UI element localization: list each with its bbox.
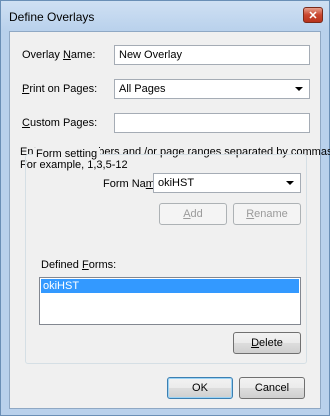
cancel-button[interactable]: Cancel bbox=[239, 377, 305, 399]
defined-forms-list[interactable]: okiHST bbox=[39, 277, 301, 325]
chevron-down-icon bbox=[286, 181, 294, 185]
ok-button[interactable]: OK bbox=[167, 377, 233, 399]
window-title: Define Overlays bbox=[9, 10, 95, 24]
define-overlays-window: Define Overlays ✕ Overlay Name: New Over… bbox=[0, 0, 330, 416]
print-on-pages-select[interactable]: All Pages bbox=[114, 79, 310, 99]
overlay-name-label: Overlay Name: bbox=[22, 49, 96, 61]
rename-button[interactable]: Rename bbox=[233, 203, 301, 225]
form-setting-title: Form setting bbox=[33, 148, 101, 160]
print-on-pages-value: All Pages bbox=[119, 83, 166, 95]
list-item[interactable]: okiHST bbox=[41, 279, 299, 293]
title-bar[interactable]: Define Overlays ✕ bbox=[1, 1, 329, 31]
print-on-pages-label: Print on Pages: bbox=[22, 83, 98, 95]
chevron-down-icon bbox=[295, 87, 303, 91]
form-name-select[interactable]: okiHST bbox=[153, 173, 301, 193]
custom-pages-label: Custom Pages: bbox=[22, 117, 98, 129]
form-name-value: okiHST bbox=[158, 177, 195, 189]
close-button[interactable]: ✕ bbox=[303, 7, 323, 23]
close-icon: ✕ bbox=[308, 9, 318, 22]
defined-forms-label: Defined Forms: bbox=[41, 259, 117, 271]
delete-button[interactable]: Delete bbox=[233, 332, 301, 354]
custom-pages-input[interactable] bbox=[114, 113, 310, 133]
add-button[interactable]: Add bbox=[159, 203, 227, 225]
overlay-name-input[interactable]: New Overlay bbox=[114, 45, 310, 65]
